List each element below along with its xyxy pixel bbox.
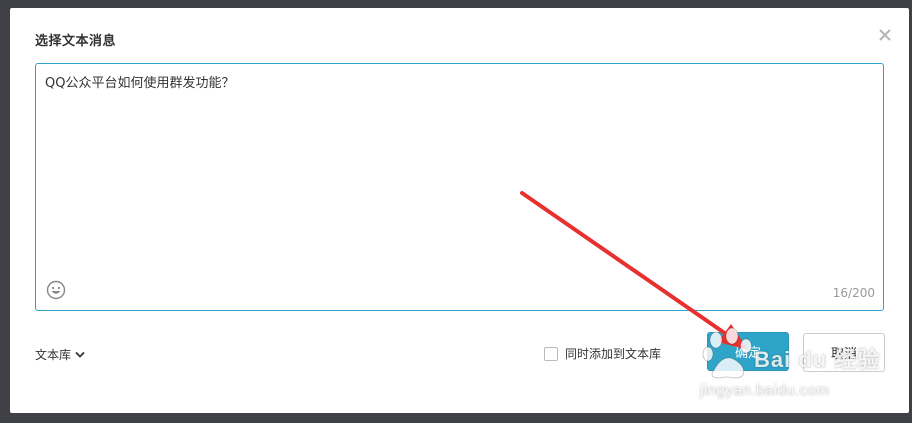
text-library-dropdown[interactable]: 文本库: [35, 346, 85, 363]
message-editor[interactable]: QQ公众平台如何使用群发功能？ 16/200: [35, 63, 884, 311]
add-to-library-checkbox[interactable]: [544, 346, 558, 361]
close-icon: [879, 29, 891, 41]
confirm-button[interactable]: 确定: [707, 332, 789, 371]
char-count: 16/200: [832, 286, 875, 300]
emoji-button[interactable]: [46, 280, 66, 300]
add-to-library-label: 同时添加到文本库: [565, 347, 662, 361]
emoji-smiley-icon: [46, 280, 66, 300]
close-button[interactable]: [875, 25, 895, 45]
text-message-dialog: 选择文本消息 QQ公众平台如何使用群发功能？ 16/200 文本库 同时添加到文…: [10, 8, 909, 413]
dialog-title: 选择文本消息: [35, 34, 117, 49]
chevron-down-icon: [75, 351, 85, 358]
add-to-library-option[interactable]: 同时添加到文本库: [544, 345, 661, 362]
text-library-label: 文本库: [35, 348, 72, 362]
message-textarea[interactable]: QQ公众平台如何使用群发功能？: [45, 74, 874, 270]
cancel-button[interactable]: 取消: [803, 333, 885, 372]
